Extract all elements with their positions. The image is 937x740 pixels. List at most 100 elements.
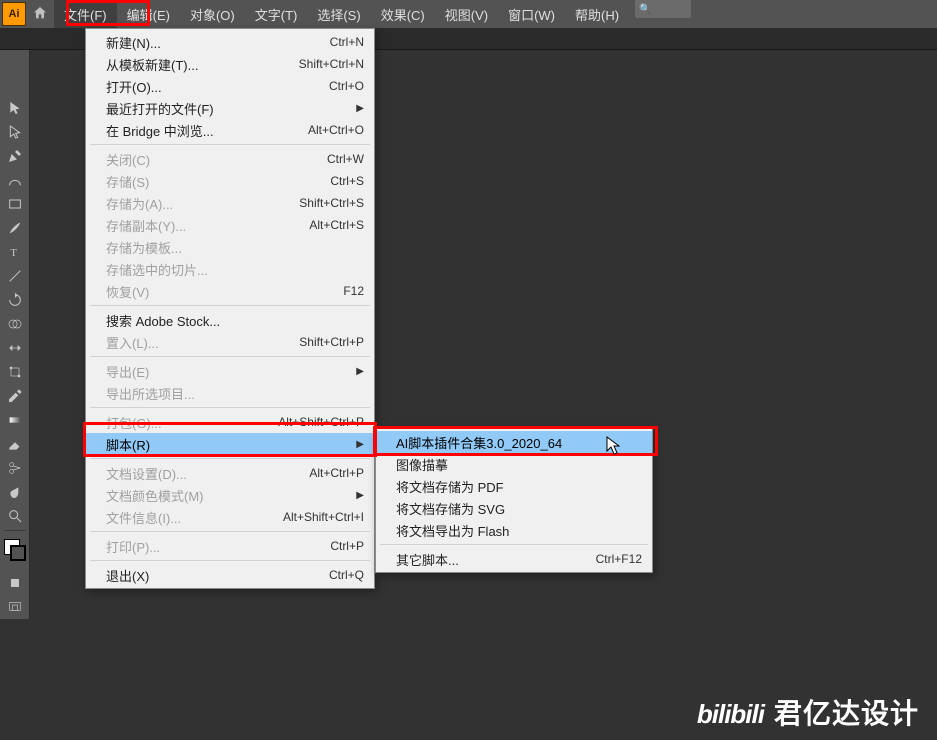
file-menu-item[interactable]: 打开(O)...Ctrl+O xyxy=(86,75,374,97)
file-menu-item: 存储为(A)...Shift+Ctrl+S xyxy=(86,192,374,214)
menu-item-shortcut: Ctrl+F12 xyxy=(596,552,642,566)
menu-item-label: 将文档导出为 Flash xyxy=(396,521,642,540)
width-tool[interactable] xyxy=(2,336,28,360)
tool-separator xyxy=(4,530,26,531)
menu-item-label: 退出(X) xyxy=(106,566,329,585)
menu-item-label: 其它脚本... xyxy=(396,550,596,569)
color-swatch[interactable] xyxy=(4,539,26,561)
file-menu-item: 存储为模板... xyxy=(86,236,374,258)
submenu-arrow-icon: ▶ xyxy=(352,490,364,501)
menu-item-shortcut: F12 xyxy=(343,284,364,298)
file-menu-item[interactable]: 从模板新建(T)...Shift+Ctrl+N xyxy=(86,53,374,75)
home-icon[interactable] xyxy=(26,5,54,24)
eyedropper-tool[interactable] xyxy=(2,384,28,408)
file-menu-item: 存储副本(Y)...Alt+Ctrl+S xyxy=(86,214,374,236)
menu-item-label: 文件信息(I)... xyxy=(106,508,283,527)
menu-window[interactable]: 窗口(W) xyxy=(498,0,565,28)
menu-select[interactable]: 选择(S) xyxy=(307,0,370,28)
rotate-tool[interactable] xyxy=(2,288,28,312)
toolbox: T xyxy=(0,50,30,619)
menu-item-label: 打开(O)... xyxy=(106,77,329,96)
menu-item-label: 将文档存储为 SVG xyxy=(396,499,642,518)
menu-item-shortcut: Ctrl+Q xyxy=(329,568,364,582)
file-menu-item: 文件信息(I)...Alt+Shift+Ctrl+I xyxy=(86,506,374,528)
watermark-logo: bilibili xyxy=(697,699,764,730)
menu-separator xyxy=(90,531,370,532)
app-icon: Ai xyxy=(2,2,26,26)
search-box[interactable]: 🔍 xyxy=(635,0,691,18)
scripts-submenu-item[interactable]: AI脚本插件合集3.0_2020_64 xyxy=(376,431,652,453)
direct-selection-tool[interactable] xyxy=(2,120,28,144)
menu-item-shortcut: Alt+Ctrl+P xyxy=(309,466,364,480)
menu-help[interactable]: 帮助(H) xyxy=(565,0,629,28)
eraser-tool[interactable] xyxy=(2,432,28,456)
pen-tool[interactable] xyxy=(2,144,28,168)
file-menu-item[interactable]: 脚本(R)▶ xyxy=(86,433,374,455)
screen-mode[interactable] xyxy=(2,595,28,619)
menu-item-label: 脚本(R) xyxy=(106,435,352,454)
menu-effect[interactable]: 效果(C) xyxy=(371,0,435,28)
hand-tool[interactable] xyxy=(2,480,28,504)
submenu-arrow-icon: ▶ xyxy=(352,439,364,450)
zoom-tool[interactable] xyxy=(2,504,28,528)
file-menu-item: 打印(P)...Ctrl+P xyxy=(86,535,374,557)
file-menu-item[interactable]: 退出(X)Ctrl+Q xyxy=(86,564,374,586)
menu-item-label: AI脚本插件合集3.0_2020_64 xyxy=(396,433,642,452)
file-menu-item[interactable]: 在 Bridge 中浏览...Alt+Ctrl+O xyxy=(86,119,374,141)
scripts-submenu: AI脚本插件合集3.0_2020_64图像描摹将文档存储为 PDF将文档存储为 … xyxy=(375,428,653,573)
menu-item-shortcut: Alt+Ctrl+S xyxy=(309,218,364,232)
menu-item-shortcut: Alt+Shift+Ctrl+I xyxy=(283,510,364,524)
menu-item-label: 存储副本(Y)... xyxy=(106,216,309,235)
file-menu-item: 恢复(V)F12 xyxy=(86,280,374,302)
menu-item-label: 文档颜色模式(M) xyxy=(106,486,352,505)
scripts-submenu-item[interactable]: 其它脚本...Ctrl+F12 xyxy=(376,548,652,570)
line-tool[interactable] xyxy=(2,264,28,288)
menu-item-label: 文档设置(D)... xyxy=(106,464,309,483)
menu-item-label: 关闭(C) xyxy=(106,150,327,169)
scripts-submenu-item: 将文档存储为 SVG xyxy=(376,497,652,519)
curvature-tool[interactable] xyxy=(2,168,28,192)
stroke-color[interactable] xyxy=(10,545,26,561)
file-menu-item[interactable]: 搜索 Adobe Stock... xyxy=(86,309,374,331)
menu-item-label: 新建(N)... xyxy=(106,33,330,52)
menu-item-label: 置入(L)... xyxy=(106,333,299,352)
menu-object[interactable]: 对象(O) xyxy=(180,0,245,28)
paintbrush-tool[interactable] xyxy=(2,216,28,240)
menu-item-shortcut: Alt+Ctrl+O xyxy=(308,123,364,137)
menu-separator xyxy=(90,458,370,459)
shape-builder-tool[interactable] xyxy=(2,312,28,336)
menu-item-label: 存储选中的切片... xyxy=(106,260,364,279)
file-menu-dropdown: 新建(N)...Ctrl+N从模板新建(T)...Shift+Ctrl+N打开(… xyxy=(85,28,375,589)
file-menu-item[interactable]: 新建(N)...Ctrl+N xyxy=(86,31,374,53)
rectangle-tool[interactable] xyxy=(2,192,28,216)
scripts-submenu-item: 图像描摹 xyxy=(376,453,652,475)
menu-item-label: 存储为(A)... xyxy=(106,194,299,213)
scissors-tool[interactable] xyxy=(2,456,28,480)
watermark: bilibili 君亿达设计 xyxy=(697,692,919,732)
menu-type[interactable]: 文字(T) xyxy=(245,0,308,28)
menu-view[interactable]: 视图(V) xyxy=(435,0,498,28)
menu-edit[interactable]: 编辑(E) xyxy=(117,0,180,28)
type-tool[interactable]: T xyxy=(2,240,28,264)
file-menu-item: 文档设置(D)...Alt+Ctrl+P xyxy=(86,462,374,484)
menu-item-label: 图像描摹 xyxy=(396,455,642,474)
menu-item-shortcut: Ctrl+P xyxy=(330,539,364,553)
menu-item-label: 存储为模板... xyxy=(106,238,364,257)
free-transform-tool[interactable] xyxy=(2,360,28,384)
menu-item-label: 从模板新建(T)... xyxy=(106,55,299,74)
file-menu-item: 文档颜色模式(M)▶ xyxy=(86,484,374,506)
menu-item-label: 存储(S) xyxy=(106,172,330,191)
file-menu-item[interactable]: 最近打开的文件(F)▶ xyxy=(86,97,374,119)
selection-tool[interactable] xyxy=(2,96,28,120)
menu-separator xyxy=(90,144,370,145)
menu-separator xyxy=(90,560,370,561)
file-menu-item: 导出(E)▶ xyxy=(86,360,374,382)
file-menu-item: 打包(G)...Alt+Shift+Ctrl+P xyxy=(86,411,374,433)
menu-file[interactable]: 文件(F) xyxy=(54,0,117,28)
gradient-tool[interactable] xyxy=(2,408,28,432)
search-icon: 🔍 xyxy=(639,4,651,15)
draw-mode-normal[interactable] xyxy=(2,571,28,595)
menu-separator xyxy=(380,544,648,545)
menu-item-shortcut: Shift+Ctrl+P xyxy=(299,335,364,349)
menu-item-label: 导出(E) xyxy=(106,362,352,381)
